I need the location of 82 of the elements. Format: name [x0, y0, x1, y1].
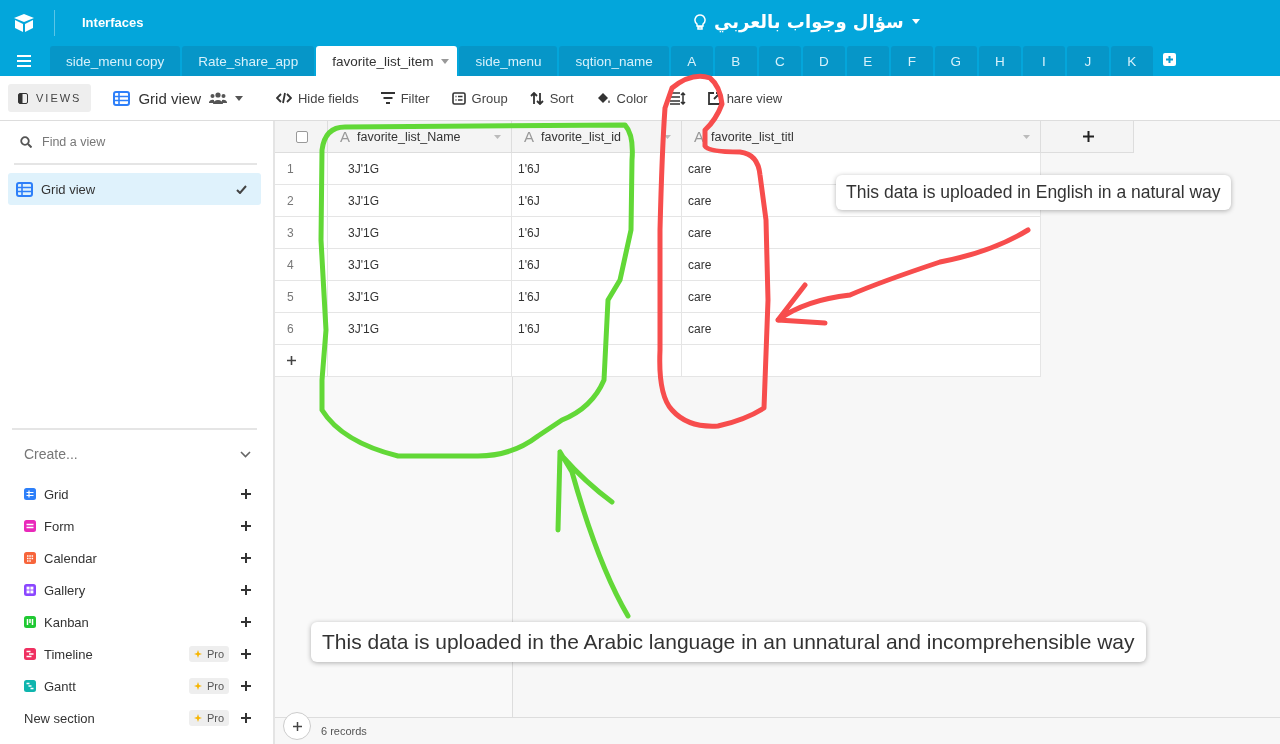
table-cell: 1'6J — [512, 153, 682, 185]
select-all-checkbox[interactable] — [296, 130, 308, 143]
create-view-link[interactable]: Calendar — [44, 550, 233, 566]
external-link-icon — [707, 91, 721, 105]
add-icon[interactable] — [241, 649, 251, 659]
grid-icon — [113, 90, 131, 106]
code-icon — [275, 92, 292, 104]
list-icon — [451, 91, 466, 105]
caret-icon — [494, 134, 501, 139]
sidebar-icon — [18, 92, 28, 104]
table-cell: 3J'1G — [328, 249, 512, 281]
table-cell: care — [682, 313, 1041, 345]
pro-badge: Pro — [188, 710, 229, 726]
table-cell: care — [682, 249, 1041, 281]
toolbar-button[interactable]: Filter — [369, 84, 441, 112]
table-cell: 3J'1G — [328, 217, 512, 249]
create-view-link[interactable]: Gantt — [44, 678, 181, 694]
pro-badge: Pro — [188, 646, 229, 662]
create-heading[interactable]: Create... — [24, 446, 78, 462]
filter-icon — [380, 92, 395, 104]
add-record-button[interactable] — [283, 712, 311, 740]
table-cell: 1'6J — [512, 185, 682, 217]
table-cell: 3J'1G — [328, 281, 512, 313]
table-cell: 3J'1G — [328, 153, 512, 185]
caret-icon — [664, 134, 671, 139]
create-view-link[interactable]: Grid — [44, 486, 233, 502]
table-cell: 1'6J — [512, 249, 682, 281]
table-cell: 3J'1G — [328, 185, 512, 217]
create-view-link[interactable]: Timeline — [44, 646, 181, 662]
caret-icon[interactable] — [234, 95, 243, 101]
add-icon[interactable] — [241, 713, 251, 723]
menu-icon[interactable] — [17, 55, 31, 67]
add-icon[interactable] — [241, 681, 251, 691]
views-button[interactable]: VIEWS — [8, 84, 92, 112]
sort-icon — [529, 91, 544, 105]
add-icon — [292, 721, 302, 731]
row-height-icon — [669, 91, 686, 105]
add-table-icon[interactable] — [1162, 53, 1176, 66]
add-icon[interactable] — [241, 617, 251, 627]
create-view-link[interactable]: Form — [44, 518, 233, 534]
add-icon[interactable] — [241, 585, 251, 595]
view-item[interactable]: Grid view — [8, 173, 261, 205]
search-field[interactable]: Find a view — [42, 135, 222, 149]
sparkle-icon — [193, 649, 204, 659]
add-icon[interactable] — [241, 553, 251, 563]
caret-icon — [1023, 134, 1030, 139]
add-icon[interactable] — [241, 489, 251, 499]
toolbar-button[interactable]: Group — [440, 84, 519, 112]
sparkle-icon — [193, 681, 204, 691]
checkmark-icon — [236, 184, 247, 194]
add-field-button[interactable] — [1041, 121, 1134, 153]
toolbar-button[interactable]: Sort — [518, 84, 585, 112]
toolbar-button[interactable]: Color — [584, 84, 659, 112]
grid-icon — [16, 181, 33, 197]
toolbar-button[interactable]: hare view — [696, 84, 794, 112]
add-icon — [1082, 131, 1094, 142]
callout: This data is uploaded in the Arabic language in an unnatural and incomprehensible way — [311, 622, 1146, 662]
table-cell: care — [682, 281, 1041, 313]
table-cell: care — [682, 217, 1041, 249]
lightbulb-icon — [694, 13, 706, 30]
table-cell: 1'6J — [512, 217, 682, 249]
table-cell: 1'6J — [512, 281, 682, 313]
table-tab[interactable]: favorite_list_item — [316, 46, 458, 76]
people-icon — [208, 92, 227, 104]
callout: This data is uploaded in English in a natural way — [836, 175, 1231, 210]
sparkle-icon — [193, 713, 204, 723]
table-cell: 1'6J — [512, 313, 682, 345]
view-name[interactable]: Grid view — [138, 89, 201, 107]
chevron-icon[interactable] — [240, 450, 251, 458]
search-icon — [20, 136, 32, 148]
logo-icon — [12, 12, 36, 33]
add-icon — [287, 356, 296, 365]
toolbar-button[interactable]: Hide fields — [264, 84, 370, 112]
row-number: 4 — [275, 249, 328, 281]
new-section-link[interactable]: New section — [24, 710, 181, 726]
add-icon[interactable] — [241, 521, 251, 531]
table-cell: 3J'1G — [328, 313, 512, 345]
pro-badge: Pro — [188, 678, 229, 694]
create-view-link[interactable]: Gallery — [44, 582, 233, 598]
create-view-link[interactable]: Kanban — [44, 614, 233, 630]
record-count: 6 records — [321, 725, 367, 737]
row-number: 5 — [275, 281, 328, 313]
